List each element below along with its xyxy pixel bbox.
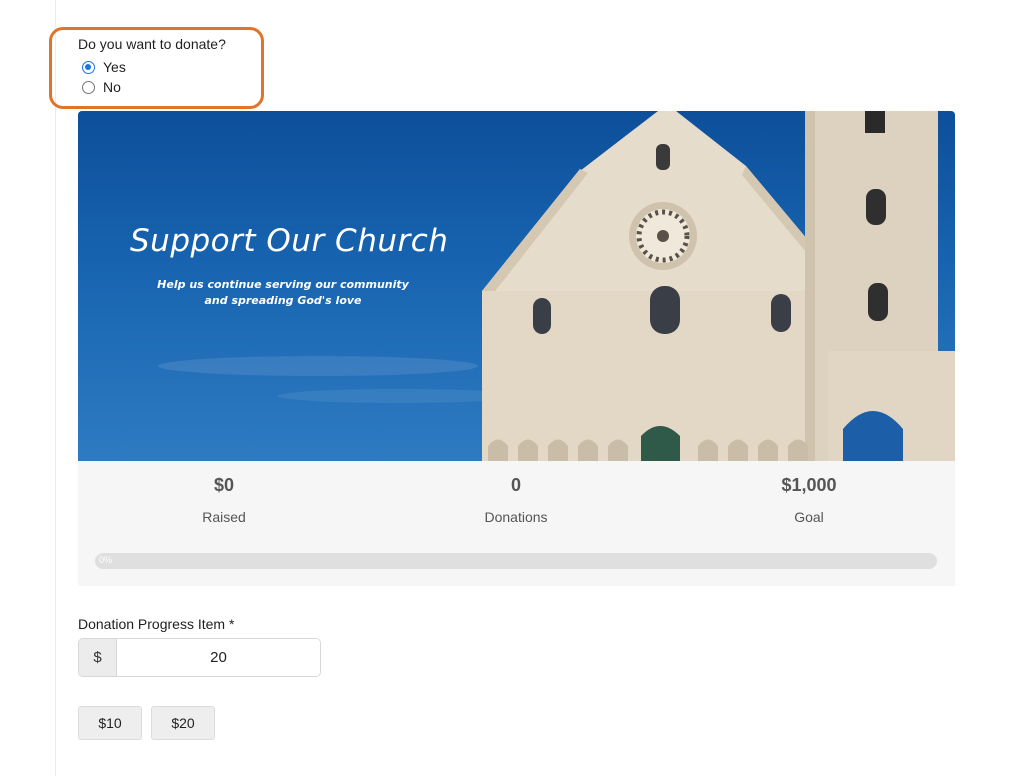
donations-label: Donations — [484, 509, 548, 525]
radio-option-no[interactable]: No — [82, 79, 121, 95]
preset-10-button[interactable]: $10 — [78, 706, 142, 740]
goal-value: $1,000 — [781, 475, 837, 495]
donations-value: 0 — [510, 475, 521, 495]
goal-label: Goal — [794, 509, 824, 525]
donation-progress-bar: 0% — [95, 553, 937, 569]
radio-no-label[interactable]: No — [103, 79, 121, 95]
donate-question-label: Do you want to donate? — [78, 36, 226, 52]
campaign-banner-image: Support Our Church Help us continue serv… — [78, 111, 955, 461]
raised-value: $0 — [213, 475, 235, 495]
radio-yes-button[interactable] — [82, 60, 95, 74]
progress-percent: 0% — [99, 555, 113, 565]
radio-option-yes[interactable]: Yes — [82, 59, 126, 75]
banner-subtitle-line1: Help us continue serving our community — [157, 278, 409, 291]
donation-amount-input[interactable] — [117, 639, 320, 676]
radio-no-button[interactable] — [82, 80, 95, 94]
banner-title: Support Our Church — [130, 223, 449, 259]
raised-label: Raised — [202, 509, 246, 525]
banner-subtitle-line2: and spreading God's love — [204, 294, 362, 307]
donation-stats-panel: $0 Raised 0 Donations $1,000 Goal 0% — [78, 461, 955, 586]
donation-field-label: Donation Progress Item * — [78, 616, 235, 632]
donation-amount-group: $ — [78, 638, 321, 677]
currency-addon: $ — [79, 639, 117, 676]
radio-yes-label[interactable]: Yes — [103, 59, 126, 75]
preset-20-button[interactable]: $20 — [151, 706, 215, 740]
page-left-border — [55, 0, 56, 776]
banner-subtitle: Help us continue serving our community a… — [148, 277, 418, 309]
